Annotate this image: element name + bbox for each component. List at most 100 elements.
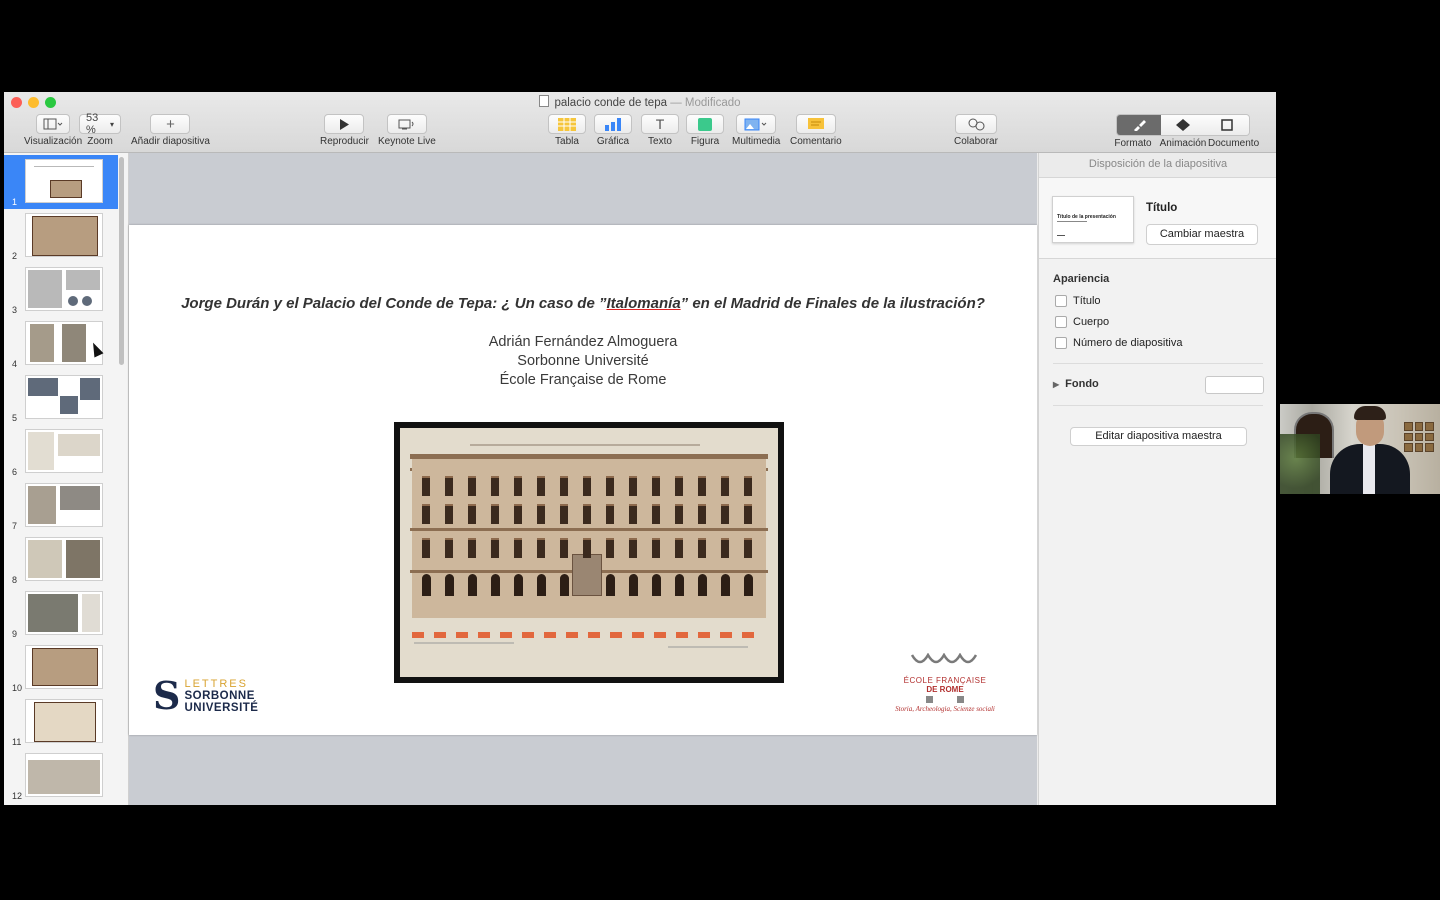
comment-button[interactable] [795,114,836,134]
title-checkbox[interactable]: Título [1055,295,1101,307]
keynote-live[interactable]: Keynote Live [378,114,436,147]
palace-facade-image[interactable] [394,422,784,683]
background-label: Fondo [1065,378,1099,390]
insert-table[interactable]: Tabla [548,114,586,147]
comment-icon [807,117,824,129]
media-button[interactable] [736,114,777,134]
slide-thumbnail-11[interactable]: 11 [4,695,118,749]
slide-preview [25,375,103,419]
animate-label: Animación [1159,138,1207,149]
slide-number: 5 [12,413,18,423]
sorbonne-mark: S [153,673,181,718]
slide-preview [25,645,103,689]
inspector-header: Disposición de la diapositiva [1039,153,1276,178]
view-menu[interactable]: Visualización [24,114,82,147]
efr-line-1: ÉCOLE FRANÇAISE [903,676,987,685]
document-tab[interactable] [1205,115,1249,135]
slide-thumbnail-2[interactable]: 2 [4,209,118,263]
slide-layout-section: Título de la presentación Título Cambiar… [1039,178,1276,259]
slide-thumbnail-3[interactable]: 3 [4,263,118,317]
slide-thumbnail-12[interactable]: 12 [4,749,118,803]
slide-preview [25,753,103,797]
play-label: Reproducir [320,136,369,147]
slide-thumbnail-7[interactable]: 7 [4,479,118,533]
sorbonne-line-1: LETTRES [184,678,248,690]
body-checkbox[interactable]: Cuerpo [1055,316,1109,328]
plus-icon: + [166,115,175,133]
insert-media[interactable]: Multimedia [732,114,780,147]
add-slide-label: Añadir diapositiva [131,136,210,147]
slide-thumbnail-8[interactable]: 8 [4,533,118,587]
collaborate-button[interactable] [954,114,997,134]
format-tab[interactable] [1117,115,1161,135]
slide-subtitle[interactable]: Adrián Fernández Almoguera Sorbonne Univ… [129,333,1037,390]
keynote-live-button[interactable] [386,114,427,134]
efr-line-3: Storia, Archeologia, Scienze sociali [895,705,995,713]
slide-thumbnail-9[interactable]: 9 [4,587,118,641]
collaborate-label: Colaborar [954,136,998,147]
insert-text[interactable]: T Texto [641,114,679,147]
slide-preview [25,483,103,527]
slide-number: 8 [12,575,18,585]
sorbonne-line-3: UNIVERSITÉ [184,702,259,714]
slide-number: 10 [12,683,23,693]
slide-thumbnail-4[interactable]: 4 [4,317,118,371]
checkbox[interactable] [1055,316,1067,328]
slide-title[interactable]: Jorge Durán y el Palacio del Conde de Te… [129,295,1037,312]
slide-preview [25,429,103,473]
slide-number-checkbox[interactable]: Número de diapositiva [1055,337,1182,349]
zoom-menu[interactable]: 53 % ▾ Zoom [79,112,121,147]
checkbox-label: Número de diapositiva [1073,337,1183,349]
disclosure-triangle-icon: ▶ [1053,379,1060,389]
navigator-scrollbar[interactable] [119,157,124,365]
text-button[interactable]: T [641,114,679,134]
document-title: palacio conde de tepa — Modificado [4,95,1276,109]
media-label: Multimedia [732,136,781,147]
edit-master-button[interactable]: Editar diapositiva maestra [1070,427,1247,446]
checkbox[interactable] [1055,295,1067,307]
play[interactable]: Reproducir [320,114,369,147]
add-slide[interactable]: + Añadir diapositiva [131,114,210,147]
insert-chart[interactable]: Gráfica [594,114,632,147]
add-slide-button[interactable]: + [150,114,191,134]
format-label: Formato [1114,138,1152,149]
document-status: Modificado [684,97,741,109]
zoom-select[interactable]: 53 % ▾ [79,112,121,136]
diamond-icon [1176,119,1190,131]
play-button[interactable] [324,114,365,134]
view-button[interactable] [36,114,71,134]
text-label: Texto [648,136,672,147]
slide-thumbnail-5[interactable]: 5 [4,371,118,425]
animate-tab[interactable] [1161,115,1205,135]
table-label: Tabla [555,136,579,147]
sorbonne-line-2: SORBONNE [184,690,255,702]
master-thumbnail[interactable]: Título de la presentación [1052,196,1134,243]
title-bar: palacio conde de tepa — Modificado Visua… [4,92,1276,153]
collaborate[interactable]: Colaborar [954,114,998,147]
checkbox[interactable] [1055,337,1067,349]
chart-button[interactable] [594,114,632,134]
title-text-1: Jorge Durán y el Palacio del Conde de Te… [181,295,607,312]
table-button[interactable] [548,114,586,134]
play-icon [340,118,350,130]
current-slide[interactable]: Jorge Durán y el Palacio del Conde de Te… [129,225,1037,735]
slide-preview [25,159,103,203]
slide-canvas[interactable]: Jorge Durán y el Palacio del Conde de Te… [129,153,1037,805]
title-separator: — [670,97,682,109]
slide-number: 7 [12,521,18,531]
insert-shape[interactable]: Figura [686,114,724,147]
slide-number: 4 [12,359,18,369]
master-name: Título [1146,202,1178,214]
slide-number: 9 [12,629,18,639]
shape-button[interactable] [686,114,724,134]
slide-thumbnail-6[interactable]: 6 [4,425,118,479]
slide-navigator[interactable]: 1 2 3 4 5 6 7 8 9 10 11 12 [4,153,129,805]
comment-label: Comentario [790,136,842,147]
background-disclosure[interactable]: ▶ Fondo [1053,378,1099,390]
slide-thumbnail-1[interactable]: 1 [4,155,118,209]
document-square-icon [1221,119,1233,131]
change-master-button[interactable]: Cambiar maestra [1146,224,1258,245]
insert-comment[interactable]: Comentario [790,114,842,147]
background-color-well[interactable] [1205,376,1264,394]
slide-thumbnail-10[interactable]: 10 [4,641,118,695]
